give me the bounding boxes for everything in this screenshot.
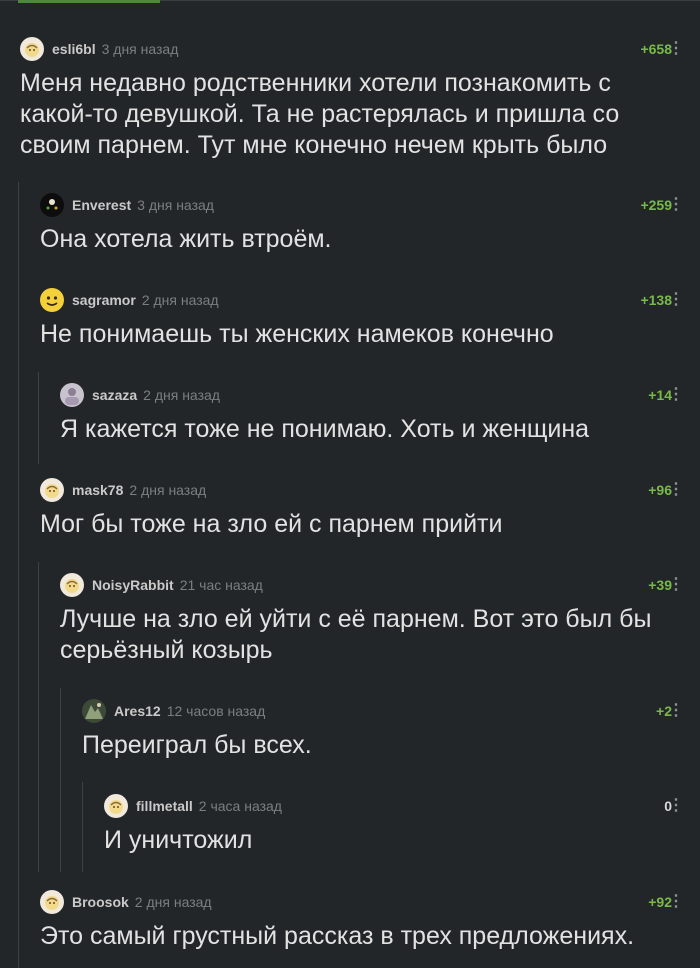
thread-rail xyxy=(38,372,39,464)
comment-header: mask78 2 дня назад +96 ⋮ xyxy=(40,477,684,503)
comment-time[interactable]: 3 дня назад xyxy=(137,197,214,213)
more-menu-icon[interactable]: ⋮ xyxy=(668,292,684,308)
comment-time[interactable]: 2 часа назад xyxy=(199,798,282,814)
comment-author[interactable]: NoisyRabbit xyxy=(92,577,174,593)
dark-avatar-icon[interactable] xyxy=(40,193,64,217)
more-menu-icon[interactable]: ⋮ xyxy=(668,798,684,814)
thread-rail xyxy=(18,182,19,968)
comment: Broosok 2 дня назад +92 ⋮ Это самый грус… xyxy=(40,889,684,952)
comment: NoisyRabbit 21 час назад +39 ⋮ Лучше на … xyxy=(60,572,684,666)
more-menu-icon[interactable]: ⋮ xyxy=(668,577,684,593)
comment-time[interactable]: 12 часов назад xyxy=(167,703,266,719)
comment-text: Она хотела жить втроём. xyxy=(40,225,332,253)
more-menu-icon[interactable]: ⋮ xyxy=(668,703,684,719)
comment-thread: esli6bl 3 дня назад +658 ⋮ Меня недавно … xyxy=(0,0,700,968)
more-menu-icon[interactable]: ⋮ xyxy=(668,894,684,910)
default-avatar-icon[interactable] xyxy=(60,573,84,597)
comment-header: fillmetall 2 часа назад 0 ⋮ xyxy=(104,793,684,819)
default-avatar-icon[interactable] xyxy=(40,478,64,502)
comment-time[interactable]: 2 дня назад xyxy=(142,292,219,308)
comment-time[interactable]: 2 дня назад xyxy=(143,387,220,403)
comment: mask78 2 дня назад +96 ⋮ Мог бы тоже на … xyxy=(40,477,684,540)
default-avatar-icon[interactable] xyxy=(40,890,64,914)
comment: Enverest 3 дня назад +259 ⋮ Она хотела ж… xyxy=(40,192,684,255)
comment-author[interactable]: Ares12 xyxy=(114,703,161,719)
thread-rail xyxy=(82,782,83,872)
comment-text: Это самый грустный рассказ в трех предло… xyxy=(40,922,635,950)
comment-header: Broosok 2 дня назад +92 ⋮ xyxy=(40,889,684,915)
comment-time[interactable]: 2 дня назад xyxy=(135,894,212,910)
comment-header: NoisyRabbit 21 час назад +39 ⋮ xyxy=(60,572,684,598)
comment-header: Enverest 3 дня назад +259 ⋮ xyxy=(40,192,684,218)
comment-author[interactable]: sagramor xyxy=(72,292,136,308)
comment-text: Не понимаешь ты женских намеков конечно xyxy=(40,320,554,348)
comment-text: И уничтожил xyxy=(104,826,253,854)
comment-text: Мог бы тоже на зло ей с парнем прийти xyxy=(40,510,503,538)
thread-rail xyxy=(60,688,61,872)
comment-text: Меня недавно родственники хотели познако… xyxy=(20,69,620,159)
comment-author[interactable]: fillmetall xyxy=(136,798,193,814)
more-menu-icon[interactable]: ⋮ xyxy=(668,387,684,403)
comment-text: Лучше на зло ей уйти с её парнем. Вот эт… xyxy=(60,605,652,664)
comment-text: Я кажется тоже не понимаю. Хоть и женщин… xyxy=(60,415,590,443)
comment-author[interactable]: Broosok xyxy=(72,894,129,910)
comment-time[interactable]: 21 час назад xyxy=(180,577,263,593)
comment-time[interactable]: 2 дня назад xyxy=(129,482,206,498)
comment-header: Ares12 12 часов назад +2 ⋮ xyxy=(82,698,684,724)
comment-header: sazaza 2 дня назад +14 ⋮ xyxy=(60,382,684,408)
comment-author[interactable]: sazaza xyxy=(92,387,137,403)
smiley-avatar-icon[interactable] xyxy=(40,288,64,312)
thread-rail xyxy=(38,562,39,872)
comment-author[interactable]: Enverest xyxy=(72,197,131,213)
comment-header: sagramor 2 дня назад +138 ⋮ xyxy=(40,287,684,313)
more-menu-icon[interactable]: ⋮ xyxy=(668,482,684,498)
comment: esli6bl 3 дня назад +658 ⋮ Меня недавно … xyxy=(20,36,684,161)
photo-avatar-icon[interactable] xyxy=(82,699,106,723)
comment-author[interactable]: mask78 xyxy=(72,482,123,498)
comment-text: Переиграл бы всех. xyxy=(82,731,312,759)
more-menu-icon[interactable]: ⋮ xyxy=(668,41,684,57)
comment: sagramor 2 дня назад +138 ⋮ Не понимаешь… xyxy=(40,287,684,350)
comment-header: esli6bl 3 дня назад +658 ⋮ xyxy=(20,36,684,62)
comment-author[interactable]: esli6bl xyxy=(52,41,96,57)
comment-time[interactable]: 3 дня назад xyxy=(102,41,179,57)
comment: sazaza 2 дня назад +14 ⋮ Я кажется тоже … xyxy=(60,382,684,445)
comment: fillmetall 2 часа назад 0 ⋮ И уничтожил xyxy=(104,793,684,856)
photo-avatar-icon[interactable] xyxy=(60,383,84,407)
default-avatar-icon[interactable] xyxy=(20,37,44,61)
default-avatar-icon[interactable] xyxy=(104,794,128,818)
comment: Ares12 12 часов назад +2 ⋮ Переиграл бы … xyxy=(82,698,684,761)
more-menu-icon[interactable]: ⋮ xyxy=(668,197,684,213)
